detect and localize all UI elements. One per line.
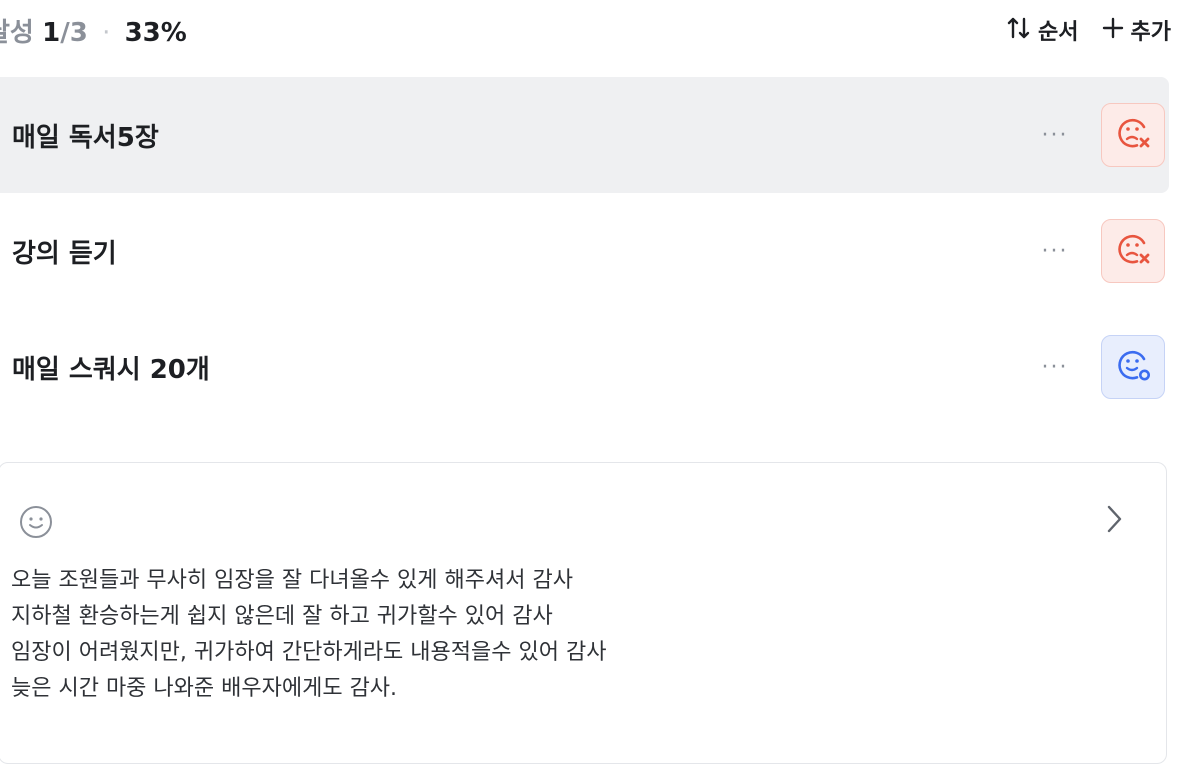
note-line: 임장이 어려웠지만, 귀가하여 간단하게라도 내용적을수 있어 감사 xyxy=(11,640,607,665)
chevron-right-icon[interactable] xyxy=(1102,503,1126,539)
habit-row[interactable]: 매일 독서5장 ··· xyxy=(0,77,1169,193)
habit-row[interactable]: 매일 스쿼시 20개 ··· xyxy=(0,309,1169,425)
add-label: 추가 xyxy=(1130,20,1171,45)
note-line: 늦은 시간 마중 나와준 배우자에게도 감사. xyxy=(11,676,398,701)
summary-header: 달성 1/3 · 33% 순서 추가 xyxy=(0,0,1193,60)
plus-icon xyxy=(1101,16,1125,44)
note-line: 지하철 환승하는게 쉽지 않은데 잘 하고 귀가할수 있어 감사 xyxy=(11,604,553,629)
habit-title: 매일 독서5장 xyxy=(12,122,159,153)
header-actions: 순서 추가 xyxy=(1006,14,1171,46)
status-success-button[interactable] xyxy=(1101,335,1165,399)
sort-button[interactable]: 순서 xyxy=(1006,14,1079,46)
more-options-button[interactable]: ··· xyxy=(1035,123,1075,148)
add-button[interactable]: 추가 xyxy=(1101,14,1171,46)
achievement-label: 달성 xyxy=(0,18,34,48)
achievement-summary: 달성 1/3 · 33% xyxy=(0,12,187,49)
smile-face-o-icon xyxy=(1113,345,1153,389)
separator-dot: · xyxy=(102,18,111,48)
achievement-percent: 33% xyxy=(124,18,187,48)
smile-icon xyxy=(17,503,55,545)
habit-row[interactable]: 강의 듣기 ··· xyxy=(0,193,1169,309)
up-down-arrows-icon xyxy=(1006,15,1032,45)
habit-title: 강의 듣기 xyxy=(12,238,117,269)
note-line: 오늘 조원들과 무사히 임장을 잘 다녀올수 있게 해주셔서 감사 xyxy=(11,568,573,593)
achievement-done-count: 1 xyxy=(42,18,61,48)
status-fail-button[interactable] xyxy=(1101,219,1165,283)
note-text: 오늘 조원들과 무사히 임장을 잘 다녀올수 있게 해주셔서 감사 지하철 환승… xyxy=(11,563,606,707)
sort-label: 순서 xyxy=(1038,20,1079,45)
status-fail-button[interactable] xyxy=(1101,103,1165,167)
achievement-total: /3 xyxy=(60,18,88,48)
daily-note-card[interactable]: 오늘 조원들과 무사히 임장을 잘 다녀올수 있게 해주셔서 감사 지하철 환승… xyxy=(0,462,1167,764)
more-options-button[interactable]: ··· xyxy=(1035,239,1075,264)
sad-face-x-icon xyxy=(1113,229,1153,273)
more-options-button[interactable]: ··· xyxy=(1035,355,1075,380)
sad-face-x-icon xyxy=(1113,113,1153,157)
habit-title: 매일 스쿼시 20개 xyxy=(12,354,210,385)
